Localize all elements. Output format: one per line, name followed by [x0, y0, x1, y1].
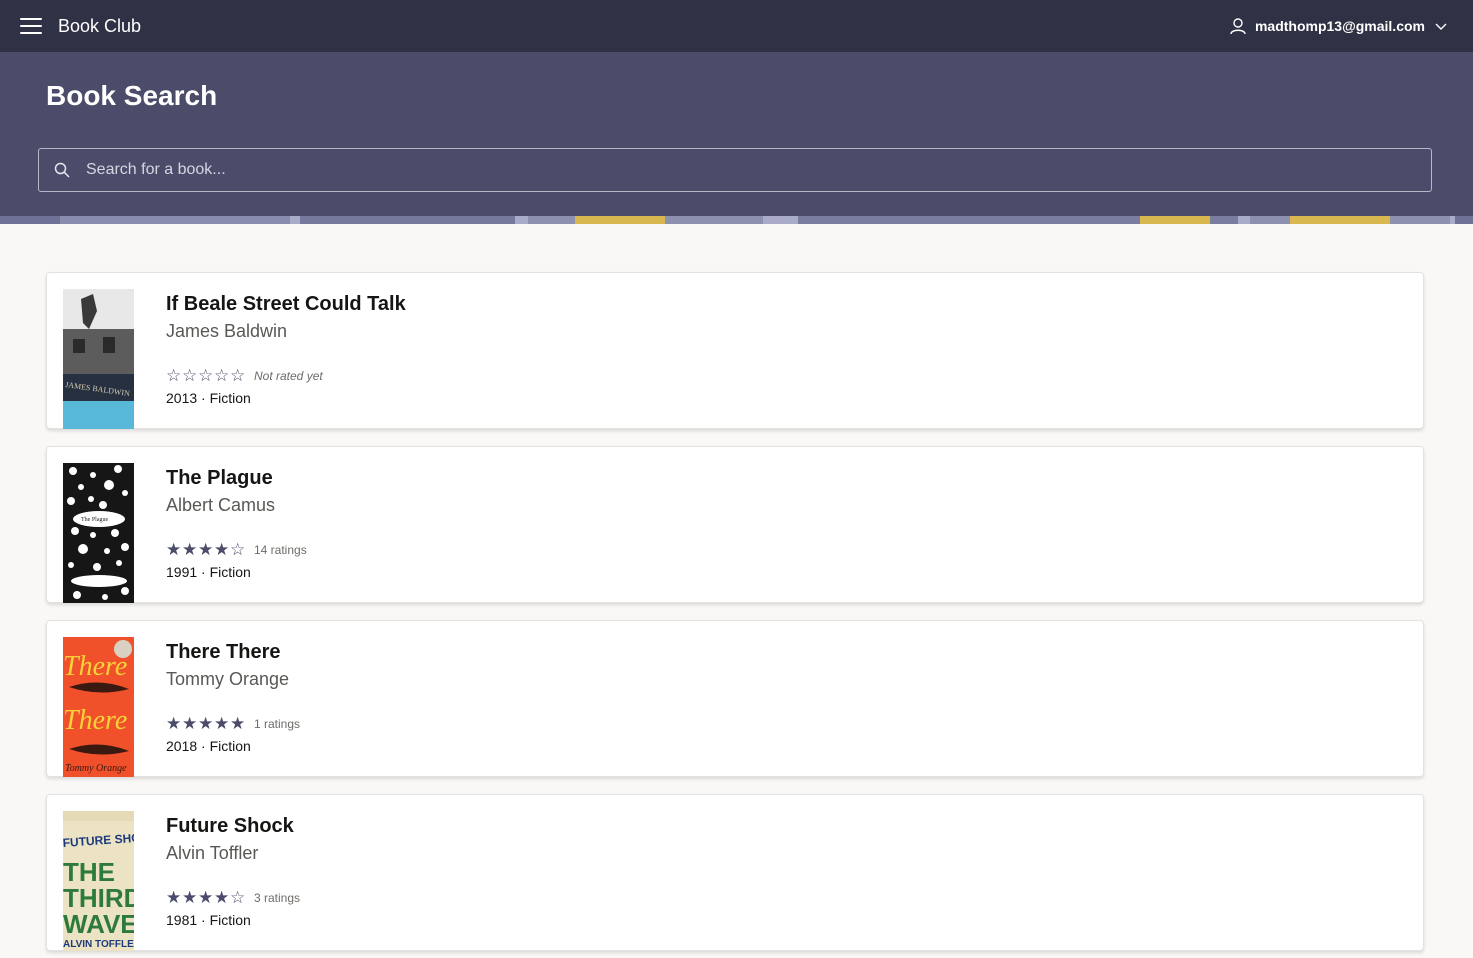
star-rating: ★ ★ ★ ★ ☆	[166, 889, 246, 906]
star-rating: ★ ★ ★ ★ ☆	[166, 541, 246, 558]
star-rating: ★ ★ ★ ★ ★	[166, 715, 246, 732]
book-year: 1991	[166, 564, 198, 580]
book-rating: ★ ★ ★ ★ ☆ 14 ratings	[166, 541, 307, 558]
svg-text:The Plague: The Plague	[81, 517, 108, 523]
book-year: 1981	[166, 912, 198, 928]
book-title[interactable]: If Beale Street Could Talk	[166, 293, 406, 316]
svg-text:There: There	[63, 651, 127, 682]
star-empty-icon: ☆	[230, 888, 246, 907]
star-filled-icon: ★	[198, 888, 214, 907]
rating-count: 1 ratings	[254, 716, 301, 731]
decorative-pattern	[0, 216, 1473, 224]
book-card[interactable]: JAMES BALDWIN If Beale Street Could Talk…	[46, 272, 1424, 429]
book-genre: Fiction	[209, 912, 251, 928]
book-genre: Fiction	[209, 738, 251, 754]
star-filled-icon: ★	[182, 540, 198, 559]
svg-text:ALVIN TOFFLER: ALVIN TOFFLER	[63, 939, 134, 950]
star-filled-icon: ★	[198, 540, 214, 559]
rating-count: 14 ratings	[254, 542, 307, 557]
star-filled-icon: ★	[198, 714, 214, 733]
meta-separator: ·	[197, 738, 210, 754]
star-empty-icon: ☆	[182, 366, 198, 385]
meta-separator: ·	[197, 912, 210, 928]
star-filled-icon: ★	[166, 888, 182, 907]
star-filled-icon: ★	[214, 888, 230, 907]
book-info: If Beale Street Could Talk James Baldwin…	[166, 293, 406, 406]
app-title[interactable]: Book Club	[58, 16, 141, 37]
star-filled-icon: ★	[182, 714, 198, 733]
header-left: Book Club	[20, 16, 141, 37]
book-info: The Plague Albert Camus ★ ★ ★ ★ ☆ 14 rat…	[166, 467, 307, 580]
book-author: Albert Camus	[166, 495, 276, 515]
svg-text:There: There	[63, 705, 127, 736]
star-filled-icon: ★	[230, 714, 246, 733]
star-empty-icon: ☆	[230, 366, 246, 385]
star-filled-icon: ★	[214, 714, 230, 733]
book-author: James Baldwin	[166, 321, 288, 341]
chevron-down-icon	[1435, 23, 1447, 30]
book-title[interactable]: Future Shock	[166, 815, 300, 838]
book-info: There There Tommy Orange ★ ★ ★ ★ ★ 1 rat…	[166, 641, 300, 754]
page-title: Book Search	[46, 80, 218, 111]
star-rating: ☆ ☆ ☆ ☆ ☆	[166, 367, 246, 384]
search-input[interactable]	[86, 150, 1431, 190]
book-rating: ★ ★ ★ ★ ☆ 3 ratings	[166, 889, 300, 906]
star-filled-icon: ★	[214, 540, 230, 559]
app-header: Book Club madthomp13@gmail.com	[0, 0, 1473, 52]
book-cover: There There Tommy Orange	[63, 637, 134, 777]
book-author: Alvin Toffler	[166, 843, 259, 863]
star-empty-icon: ☆	[198, 366, 214, 385]
book-year: 2018	[166, 738, 198, 754]
star-empty-icon: ☆	[214, 366, 230, 385]
book-cover: The Plague	[63, 463, 134, 603]
svg-text:WAVE: WAVE	[63, 909, 134, 939]
star-filled-icon: ★	[182, 888, 198, 907]
book-meta: 2013 · Fiction	[166, 390, 406, 406]
user-menu[interactable]: madthomp13@gmail.com	[1229, 17, 1447, 35]
book-genre: Fiction	[209, 390, 251, 406]
book-rating: ★ ★ ★ ★ ★ 1 ratings	[166, 715, 300, 732]
book-author: Tommy Orange	[166, 669, 290, 689]
book-meta: 2018 · Fiction	[166, 738, 300, 754]
star-filled-icon: ★	[166, 540, 182, 559]
rating-count: Not rated yet	[254, 368, 323, 383]
book-meta: 1981 · Fiction	[166, 912, 300, 928]
meta-separator: ·	[197, 390, 210, 406]
book-meta: 1991 · Fiction	[166, 564, 307, 580]
hamburger-menu-icon[interactable]	[20, 18, 42, 34]
search-icon	[54, 162, 70, 178]
book-title[interactable]: There There	[166, 641, 300, 664]
star-empty-icon: ☆	[166, 366, 182, 385]
search-results: JAMES BALDWIN If Beale Street Could Talk…	[46, 272, 1424, 958]
search-box[interactable]	[38, 148, 1432, 192]
star-filled-icon: ★	[166, 714, 182, 733]
book-cover: JAMES BALDWIN	[63, 289, 134, 429]
book-card[interactable]: The Plague The Plague Albert Camus ★ ★ ★…	[46, 446, 1424, 603]
book-rating: ☆ ☆ ☆ ☆ ☆ Not rated yet	[166, 367, 406, 384]
book-title[interactable]: The Plague	[166, 467, 307, 490]
user-email: madthomp13@gmail.com	[1254, 18, 1425, 34]
book-card[interactable]: FUTURE SHOCK THE THIRD WAVE ALVIN TOFFLE…	[46, 794, 1424, 951]
book-year: 2013	[166, 390, 198, 406]
book-cover: FUTURE SHOCK THE THIRD WAVE ALVIN TOFFLE…	[63, 811, 134, 951]
user-icon	[1230, 18, 1246, 35]
star-empty-icon: ☆	[230, 540, 246, 559]
rating-count: 3 ratings	[254, 890, 301, 905]
meta-separator: ·	[197, 564, 210, 580]
book-card[interactable]: There There Tommy Orange There There Tom…	[46, 620, 1424, 777]
book-info: Future Shock Alvin Toffler ★ ★ ★ ★ ☆ 3 r…	[166, 815, 300, 928]
svg-text:Tommy Orange: Tommy Orange	[65, 763, 127, 774]
book-genre: Fiction	[209, 564, 251, 580]
search-hero: Book Search	[0, 52, 1473, 224]
